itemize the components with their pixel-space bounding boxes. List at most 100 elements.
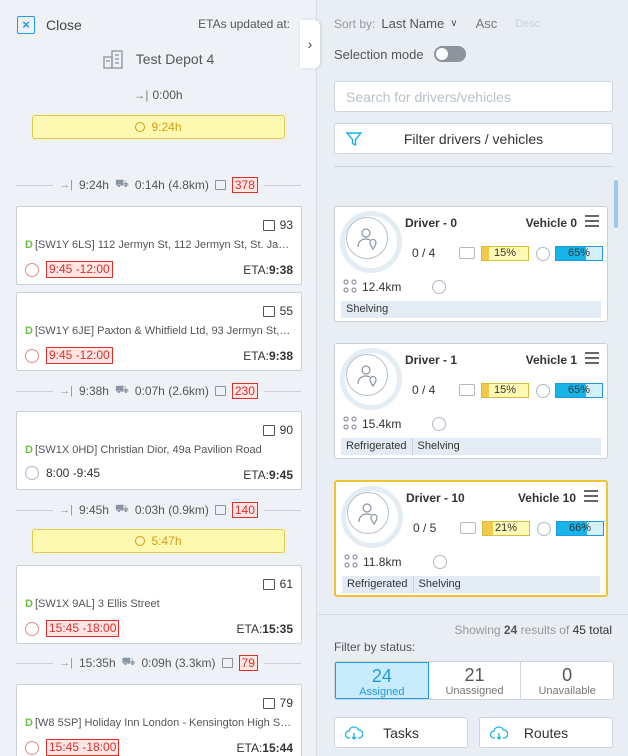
eta: ETA:15:35	[237, 622, 293, 636]
status-count: 0	[562, 665, 573, 685]
break-time: 9:24h	[151, 120, 182, 134]
address-text: [SW1X 0HD] Christian Dior, 49a Pavilion …	[34, 444, 262, 456]
package-icon	[262, 578, 275, 590]
truck-icon	[459, 384, 475, 396]
vehicle-tag: Refrigerated	[342, 576, 414, 593]
clock-icon	[537, 522, 551, 536]
stop-card[interactable]: 93 D [SW1Y 6LS] 112 Jermyn St, 112 Jermyn…	[16, 206, 302, 285]
load-badge: 140	[231, 502, 258, 518]
time-window: 9:45 -12:00	[25, 261, 113, 278]
clock-icon	[25, 621, 39, 636]
arrive-time: 9:45h	[78, 503, 109, 517]
search-input[interactable]	[334, 81, 613, 112]
time-bar: 65%	[555, 383, 603, 398]
sort-select[interactable]: Last Name	[381, 16, 444, 31]
route-detail-panel: × Close ETAs updated at: Test Depot 4 →|…	[0, 0, 316, 756]
divider	[334, 166, 613, 167]
vehicle-tags: Refrigerated Shelving	[341, 438, 601, 455]
package-count: 61	[262, 577, 293, 591]
scrollbar[interactable]	[614, 180, 618, 228]
showing-total: 45 total	[572, 623, 612, 637]
collapse-panel-button[interactable]: ›	[300, 20, 320, 68]
route-icon	[344, 554, 358, 568]
menu-icon[interactable]	[585, 215, 599, 230]
address-text: [SW1X 9AL] 3 Ellis Street	[34, 598, 160, 610]
cloud-download-icon	[490, 726, 508, 740]
avatar	[346, 354, 388, 396]
divider	[263, 509, 301, 511]
package-count-value: 93	[279, 218, 293, 232]
eta-label: ETA:	[243, 263, 269, 277]
filter-drivers-button[interactable]: Filter drivers / vehicles	[334, 123, 613, 154]
arrive-icon: →|	[59, 385, 73, 397]
stop-card[interactable]: 61 D [SW1X 9AL] 3 Ellis Street 15:45 -18:…	[16, 565, 302, 644]
sort-desc-button[interactable]: Desc	[515, 18, 540, 30]
load-bar: 21%	[482, 521, 530, 536]
close-button[interactable]: Close	[46, 17, 82, 33]
chevron-down-icon[interactable]: ∨	[450, 18, 457, 29]
load-bar: 15%	[481, 246, 529, 261]
delivery-type: D	[25, 325, 33, 337]
driver-card[interactable]: Driver - 0 Vehicle 0 0 / 4 15% 65% 12.4k…	[334, 206, 608, 322]
toggle-knob	[435, 48, 448, 60]
package-icon	[262, 424, 275, 436]
time-bar: 65%	[555, 246, 603, 261]
stop-card[interactable]: 90 D [SW1X 0HD] Christian Dior, 49a Pavil…	[16, 411, 302, 490]
eta-value: 9:45	[268, 468, 293, 482]
time-bar: 66%	[556, 521, 604, 536]
arrive-icon: →|	[133, 88, 149, 102]
drive-time: 0:03h (0.9km)	[134, 503, 209, 517]
break-time: 5:47h	[151, 534, 182, 548]
stop-address: D [SW1Y 6LS] 112 Jermyn St, 112 Jermyn St…	[25, 239, 293, 251]
address-text: [W8 5SP] Holiday Inn London - Kensington…	[34, 717, 293, 729]
status-filter: 24 Assigned 21 Unassigned 0 Unavailable	[334, 661, 614, 700]
status-assigned[interactable]: 24 Assigned	[335, 662, 429, 699]
stops-count: 0 / 4	[412, 383, 436, 397]
arrive-time: 15:35h	[78, 656, 116, 670]
stop-card[interactable]: 55 D [SW1Y 6JE] Paxton & Whitfield Ltd, 9…	[16, 292, 302, 371]
arrive-time: 9:38h	[78, 384, 109, 398]
menu-icon[interactable]	[584, 490, 598, 505]
stop-card[interactable]: 79 D [W8 5SP] Holiday Inn London - Kensin…	[16, 684, 302, 756]
break-bar[interactable]: 5:47h	[32, 529, 285, 553]
package-icon	[262, 219, 275, 231]
load-percent: 15%	[493, 384, 517, 396]
close-icon[interactable]: ×	[17, 16, 35, 34]
results-count: Showing 24 results of 45 total	[455, 623, 612, 637]
stop-address: D [SW1X 9AL] 3 Ellis Street	[25, 598, 293, 610]
cloud-download-icon	[345, 726, 363, 740]
eta-label: ETA:	[236, 622, 263, 636]
tasks-button[interactable]: Tasks	[334, 717, 468, 748]
etas-updated-label: ETAs updated at:	[198, 17, 290, 31]
status-unavailable[interactable]: 0 Unavailable	[521, 662, 613, 699]
truck-icon	[459, 247, 475, 259]
stop-address: D [W8 5SP] Holiday Inn London - Kensingto…	[25, 717, 293, 729]
stops-count: 0 / 5	[413, 521, 437, 535]
truck-icon: ⛟	[114, 503, 129, 515]
showing-count: 24	[503, 623, 518, 637]
start-time-row: →| 0:00h	[0, 88, 316, 102]
time-window: 9:45 -12:00	[25, 347, 113, 364]
status-unassigned[interactable]: 21 Unassigned	[429, 662, 522, 699]
building-icon	[103, 50, 123, 69]
arrive-icon: →|	[59, 179, 73, 191]
time-window-value: 8:00 -9:45	[46, 466, 101, 480]
drive-time: 0:09h (3.3km)	[141, 656, 216, 670]
driver-location-icon	[357, 365, 377, 388]
menu-icon[interactable]	[585, 352, 599, 367]
drivers-list[interactable]: Driver - 0 Vehicle 0 0 / 4 15% 65% 12.4k…	[317, 180, 628, 614]
sort-asc-button[interactable]: Asc	[476, 16, 498, 31]
load-percent: 15%	[493, 247, 517, 259]
eta-value: 9:38	[268, 349, 293, 363]
time-percent: 66%	[568, 522, 592, 534]
eta: ETA:9:38	[243, 263, 293, 277]
truck-icon: ⛟	[114, 178, 129, 190]
driver-card[interactable]: Driver - 1 Vehicle 1 0 / 4 15% 65% 15.4k…	[334, 343, 608, 459]
break-bar[interactable]: 9:24h	[32, 115, 285, 139]
package-count: 90	[262, 423, 293, 437]
travel-row: →| 9:38h ⛟ 0:07h (2.6km) 230	[16, 381, 301, 401]
driver-card-selected[interactable]: Driver - 10 Vehicle 10 0 / 5 21% 66% 11.…	[334, 480, 608, 597]
clock-icon	[135, 122, 146, 132]
selection-mode-toggle[interactable]	[433, 46, 466, 62]
routes-button[interactable]: Routes	[479, 717, 613, 748]
